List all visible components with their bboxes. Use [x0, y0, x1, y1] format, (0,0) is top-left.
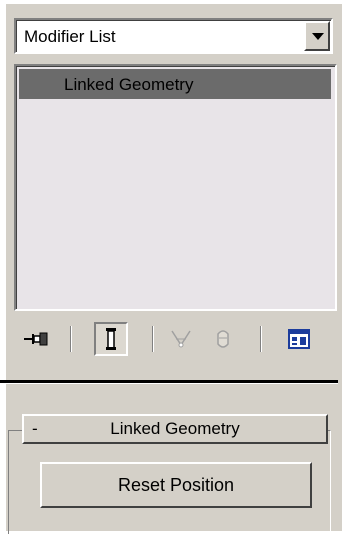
chevron-down-icon: [312, 33, 324, 40]
configure-modifier-sets-icon[interactable]: [282, 322, 316, 356]
show-end-result-icon[interactable]: [94, 322, 128, 356]
modifier-list-dropdown[interactable]: Modifier List: [14, 18, 333, 54]
rollout-header[interactable]: - Linked Geometry: [22, 414, 328, 444]
modifier-stack-toolbar: [14, 318, 337, 362]
remove-modifier-icon[interactable]: [206, 322, 240, 356]
pin-stack-icon[interactable]: [20, 322, 54, 356]
modifier-stack-list[interactable]: Linked Geometry: [14, 64, 337, 311]
reset-position-button[interactable]: Reset Position: [40, 462, 312, 508]
dropdown-button[interactable]: [304, 21, 330, 51]
toolbar-separator: [70, 326, 72, 352]
stack-item-linked-geometry[interactable]: Linked Geometry: [19, 69, 331, 99]
toolbar-separator: [260, 326, 262, 352]
toolbar-separator: [152, 326, 154, 352]
panel-divider: [0, 380, 338, 384]
rollout-title: Linked Geometry: [110, 419, 240, 438]
modifier-list-value: Modifier List: [24, 27, 116, 46]
make-unique-icon[interactable]: [164, 322, 198, 356]
